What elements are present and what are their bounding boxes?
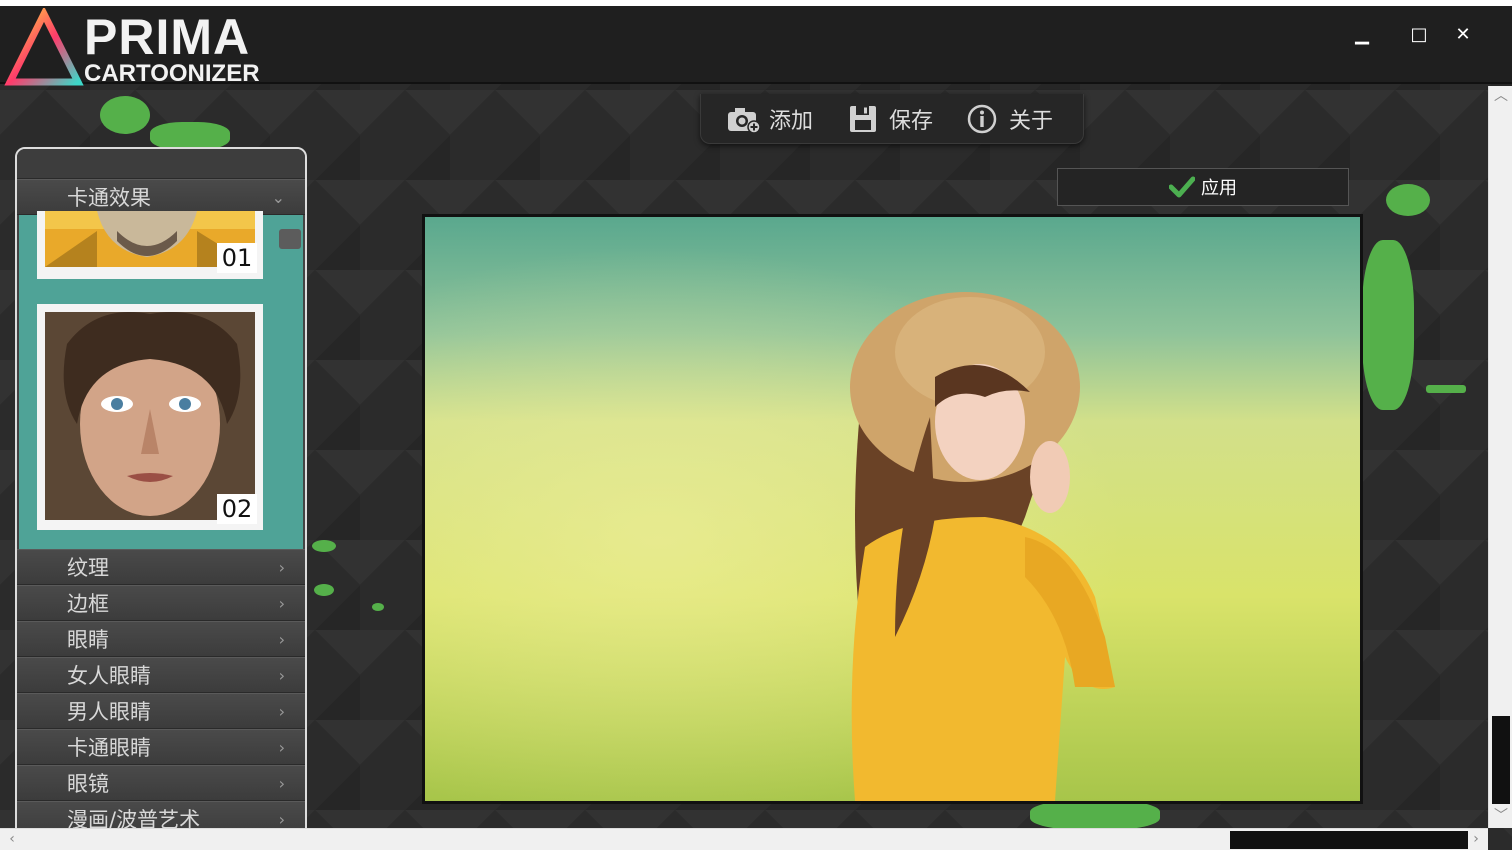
horizontal-scrollbar[interactable]: ‹ › <box>0 828 1488 850</box>
panel-scroll-thumb[interactable] <box>279 229 301 249</box>
chevron-right-icon: › <box>278 594 285 613</box>
maximize-icon: □ <box>1410 24 1428 45</box>
category-label: 男人眼睛 <box>67 700 151 724</box>
app-window: PRIMA CARTOONIZER ▁ □ ✕ 添加 保存 关于 应用 卡通效果… <box>0 0 1512 850</box>
add-button[interactable]: 添加 <box>727 103 813 135</box>
paint-splash-decoration <box>1362 240 1414 410</box>
title-bar[interactable]: PRIMA CARTOONIZER ▁ □ ✕ <box>0 0 1512 87</box>
triangle-logo-icon <box>4 6 84 86</box>
close-button[interactable]: ✕ <box>1445 20 1481 50</box>
camera-add-icon <box>728 107 761 134</box>
category-item[interactable]: 卡通眼睛 › <box>17 729 305 765</box>
category-item[interactable]: 女人眼睛 › <box>17 657 305 693</box>
apply-button[interactable]: 应用 <box>1057 168 1349 206</box>
chevron-right-icon: › <box>278 810 285 829</box>
chevron-right-icon: › <box>278 702 285 721</box>
chevron-right-icon: › <box>278 630 285 649</box>
category-item[interactable]: 纹理 › <box>17 549 305 585</box>
save-label: 保存 <box>889 108 934 134</box>
photo-preview[interactable] <box>422 214 1363 804</box>
chevron-right-icon: › <box>278 774 285 793</box>
chevron-right-icon: › <box>278 738 285 757</box>
paint-splash-decoration <box>1030 800 1160 830</box>
effect-thumbnail-01[interactable]: 01 <box>37 211 263 279</box>
scroll-right-icon[interactable]: › <box>1466 829 1486 849</box>
category-item[interactable]: 男人眼睛 › <box>17 693 305 729</box>
checkmark-icon <box>1169 176 1195 198</box>
paint-splash-decoration <box>1386 184 1430 216</box>
floppy-disk-icon <box>850 105 877 132</box>
effects-panel: 01 02 <box>19 211 303 549</box>
category-label: 眼睛 <box>67 628 109 652</box>
category-label: 卡通眼睛 <box>67 736 151 760</box>
about-label: 关于 <box>1009 108 1054 134</box>
category-label: 眼镜 <box>67 772 109 796</box>
app-logo: PRIMA CARTOONIZER <box>4 6 274 87</box>
apply-label: 应用 <box>1201 178 1237 199</box>
paint-splash-decoration <box>1426 385 1466 393</box>
effect-number: 01 <box>217 243 257 273</box>
category-item[interactable]: 眼睛 › <box>17 621 305 657</box>
category-item[interactable]: 眼镜 › <box>17 765 305 801</box>
main-toolbar: 添加 保存 关于 <box>700 94 1084 144</box>
paint-splash-decoration <box>150 122 230 150</box>
paint-splash-decoration <box>372 603 384 611</box>
add-label: 添加 <box>769 108 814 134</box>
effect-number: 02 <box>217 494 257 524</box>
paint-splash-decoration <box>100 96 150 134</box>
horizontal-scroll-thumb[interactable] <box>1230 831 1468 849</box>
maximize-button[interactable]: □ <box>1401 20 1437 50</box>
paint-splash-decoration <box>314 584 334 596</box>
minimize-icon: ▁ <box>1355 24 1369 45</box>
logo-word: PRIMA <box>84 9 251 65</box>
category-item[interactable]: 边框 › <box>17 585 305 621</box>
sidebar-header <box>17 149 305 179</box>
category-label: 纹理 <box>67 556 109 580</box>
minimize-button[interactable]: ▁ <box>1344 20 1380 50</box>
vertical-scrollbar[interactable]: ︿ ﹀ <box>1488 86 1512 828</box>
chevron-right-icon: › <box>278 558 285 577</box>
paint-splash-decoration <box>312 540 336 552</box>
category-label: 女人眼睛 <box>67 664 151 688</box>
about-button[interactable]: 关于 <box>967 103 1053 135</box>
scroll-left-icon[interactable]: ‹ <box>2 829 22 849</box>
scroll-up-icon[interactable]: ︿ <box>1491 86 1511 106</box>
effect-thumbnail-02[interactable]: 02 <box>37 304 263 530</box>
category-label: 边框 <box>67 592 109 616</box>
close-icon: ✕ <box>1455 24 1471 45</box>
effects-sidebar: 卡通效果 ⌄ 01 02 纹理 › 边框 › 眼睛 › 女人眼睛 › 男人眼睛 … <box>15 147 307 847</box>
chevron-down-icon: ⌄ <box>271 188 285 207</box>
logo-subtitle: CARTOONIZER <box>84 60 260 87</box>
photo-image <box>425 217 1360 801</box>
chevron-right-icon: › <box>278 666 285 685</box>
vertical-scroll-thumb[interactable] <box>1492 716 1510 804</box>
category-label: 卡通效果 <box>67 186 151 210</box>
info-icon <box>967 104 997 133</box>
save-button[interactable]: 保存 <box>847 103 933 135</box>
category-cartoon-effects[interactable]: 卡通效果 ⌄ <box>17 179 305 215</box>
scroll-down-icon[interactable]: ﹀ <box>1491 806 1511 826</box>
